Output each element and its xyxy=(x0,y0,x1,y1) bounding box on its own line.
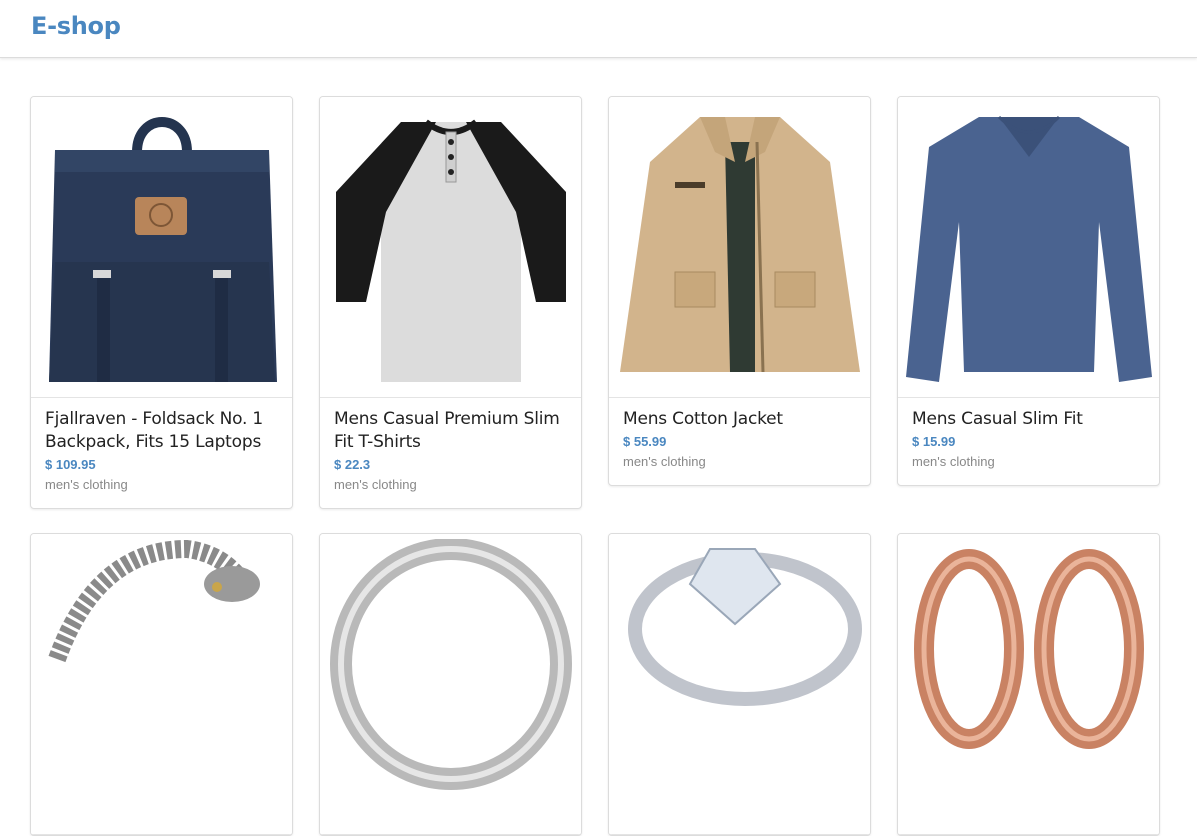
brand-logo-link[interactable]: E-shop xyxy=(31,12,121,40)
rose-gold-earrings-icon xyxy=(913,549,1144,749)
product-image[interactable] xyxy=(609,534,870,835)
product-title[interactable]: Mens Cotton Jacket xyxy=(623,408,856,431)
product-category: men's clothing xyxy=(334,477,417,492)
product-price: $ 22.3 xyxy=(334,457,371,472)
product-category: men's clothing xyxy=(912,454,995,469)
jacket-icon xyxy=(619,117,860,373)
product-category: men's clothing xyxy=(623,454,706,469)
product-card[interactable] xyxy=(319,533,582,836)
product-card[interactable]: Mens Cotton Jacket $ 55.99 men's clothin… xyxy=(608,96,871,486)
product-image[interactable] xyxy=(320,97,581,398)
product-title[interactable]: Mens Casual Slim Fit xyxy=(912,408,1145,431)
product-image[interactable] xyxy=(609,97,870,398)
backpack-icon xyxy=(48,117,277,382)
product-card[interactable]: Fjallraven - Foldsack No. 1 Backpack, Fi… xyxy=(30,96,293,509)
product-price: $ 55.99 xyxy=(623,434,667,449)
dragon-bracelet-icon xyxy=(48,539,260,663)
raglan-tshirt-icon xyxy=(335,119,566,382)
product-card[interactable]: Mens Casual Premium Slim Fit T-Shirts $ … xyxy=(319,96,582,509)
product-card[interactable] xyxy=(897,533,1160,836)
product-title[interactable]: Mens Casual Premium Slim Fit T-Shirts xyxy=(334,408,567,454)
product-image[interactable] xyxy=(31,97,292,398)
product-category: men's clothing xyxy=(45,477,128,492)
diamond-ring-icon xyxy=(627,548,862,706)
product-card[interactable]: Mens Casual Slim Fit $ 15.99 men's cloth… xyxy=(897,96,1160,486)
product-card[interactable] xyxy=(30,533,293,836)
silver-ring-icon xyxy=(329,539,572,790)
longsleeve-shirt-icon xyxy=(905,115,1152,382)
top-navbar: E-shop xyxy=(0,0,1197,58)
product-price: $ 15.99 xyxy=(912,434,956,449)
product-image[interactable] xyxy=(898,534,1159,835)
product-title[interactable]: Fjallraven - Foldsack No. 1 Backpack, Fi… xyxy=(45,408,278,454)
product-image[interactable] xyxy=(320,534,581,835)
product-image[interactable] xyxy=(898,97,1159,398)
product-image[interactable] xyxy=(31,534,292,835)
product-price: $ 109.95 xyxy=(45,457,96,472)
product-card[interactable] xyxy=(608,533,871,836)
